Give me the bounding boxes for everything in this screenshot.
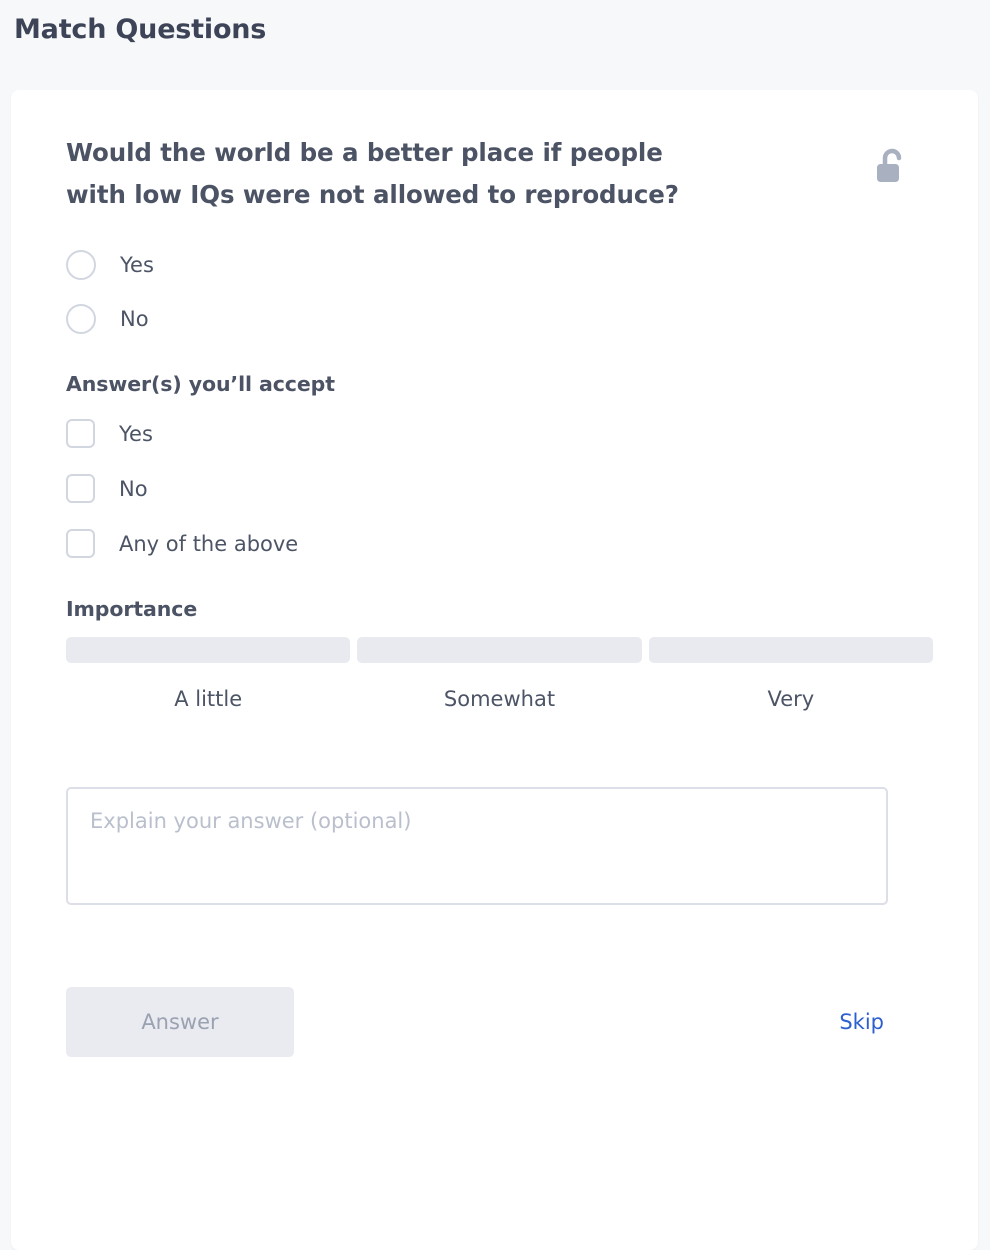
importance-bar: [66, 637, 351, 664]
page-title: Match Questions: [14, 14, 267, 45]
your-answer-options: Yes No: [66, 238, 933, 346]
importance-option-label: Very: [767, 687, 815, 712]
skip-link[interactable]: Skip: [839, 1010, 884, 1034]
card-content: Would the world be a better place if peo…: [66, 132, 933, 1058]
radio-option-no[interactable]: No: [66, 292, 933, 346]
importance-section: Importance A little Somewhat Very: [66, 597, 933, 711]
importance-bar: [357, 637, 642, 664]
importance-option-label: A little: [174, 687, 243, 712]
checkbox-square-icon: [66, 529, 95, 559]
checkbox-option-label: No: [119, 476, 148, 501]
explanation-input[interactable]: [66, 787, 888, 906]
importance-option-label: Somewhat: [443, 687, 556, 712]
radio-option-yes[interactable]: Yes: [66, 238, 933, 292]
radio-circle-icon: [66, 304, 96, 335]
importance-option-somewhat[interactable]: Somewhat: [357, 637, 642, 712]
checkbox-square-icon: [66, 474, 95, 504]
importance-bar: [648, 637, 933, 664]
radio-option-label: Yes: [120, 253, 154, 278]
checkbox-option-label: Yes: [119, 421, 153, 446]
card-actions: Answer Skip: [66, 987, 888, 1058]
checkbox-option-any-of-the-above[interactable]: Any of the above: [66, 516, 933, 571]
checkbox-square-icon: [66, 419, 95, 449]
importance-option-a-little[interactable]: A little: [66, 637, 351, 712]
accepted-answers-options: Yes No Any of the above: [66, 406, 933, 571]
question-header: Would the world be a better place if peo…: [66, 132, 933, 216]
importance-heading: Importance: [66, 597, 198, 622]
checkbox-option-label: Any of the above: [119, 531, 299, 556]
checkbox-option-no[interactable]: No: [66, 461, 933, 516]
radio-circle-icon: [66, 250, 96, 281]
importance-selector: A little Somewhat Very: [66, 637, 933, 711]
match-question-card: Would the world be a better place if peo…: [11, 90, 978, 1250]
question-text: Would the world be a better place if peo…: [66, 138, 679, 210]
importance-option-very[interactable]: Very: [648, 637, 933, 712]
accepted-answers-heading: Answer(s) you’ll accept: [66, 372, 335, 397]
answer-button[interactable]: Answer: [66, 987, 294, 1058]
checkbox-option-yes[interactable]: Yes: [66, 406, 933, 461]
radio-option-label: No: [120, 307, 149, 332]
unlocked-padlock-icon[interactable]: [873, 146, 911, 194]
